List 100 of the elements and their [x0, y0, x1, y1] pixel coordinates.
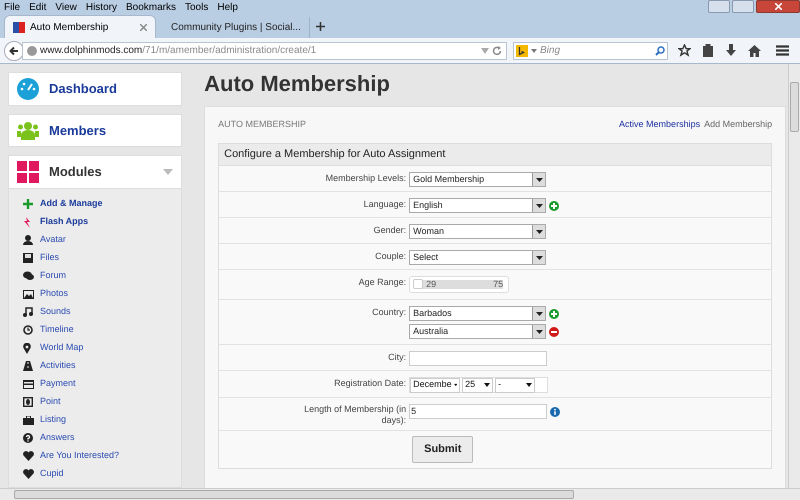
sidebar-link[interactable]: Add & Manage — [40, 197, 103, 211]
image-icon — [23, 290, 34, 299]
range-slider[interactable]: 29 75 — [409, 276, 510, 293]
dropdown-icon[interactable] — [531, 48, 537, 52]
sidebar-card[interactable]: Modules — [8, 155, 182, 190]
close-button[interactable] — [756, 0, 800, 13]
sidebar-link[interactable]: Activities — [40, 359, 76, 373]
briefcase-icon — [23, 416, 34, 425]
caret-icon — [536, 230, 543, 234]
sidebar-link[interactable]: Answers — [40, 431, 75, 445]
sidebar-link[interactable]: Timeline — [40, 323, 74, 337]
breadcrumb-text: Add Membership — [704, 118, 772, 132]
chat-icon — [23, 271, 34, 282]
map-pin-icon — [23, 342, 31, 354]
download-icon[interactable] — [725, 44, 737, 57]
dropdown-button[interactable] — [532, 325, 546, 338]
sidebar-card[interactable]: Members — [8, 114, 182, 148]
slider-value: 75 — [493, 278, 504, 291]
grid-icon — [17, 161, 39, 184]
info-icon[interactable] — [550, 406, 560, 416]
menu-item[interactable]: History — [86, 0, 117, 14]
vertical-scrollbar[interactable] — [788, 64, 800, 488]
clipboard-icon[interactable] — [702, 44, 714, 57]
back-button[interactable] — [4, 40, 24, 60]
clock-icon — [23, 325, 33, 336]
submit-button[interactable]: Submit — [412, 436, 474, 463]
url-text: www.dolphinmods.com/71/m/amember/administration/create/1 — [40, 44, 316, 58]
text-field[interactable] — [409, 351, 548, 366]
select-field[interactable]: Barbados — [409, 306, 546, 321]
scrollbar-thumb[interactable] — [14, 490, 574, 499]
reload-icon[interactable] — [492, 46, 502, 56]
home-icon[interactable] — [748, 44, 761, 56]
menu-item[interactable]: Tools — [185, 0, 208, 14]
add-icon[interactable] — [549, 200, 560, 210]
sidebar-link[interactable]: Flash Apps — [40, 215, 88, 229]
remove-icon[interactable] — [549, 326, 560, 336]
sidebar-link[interactable]: Files — [40, 251, 60, 265]
sidebar-link[interactable]: Payment — [40, 377, 76, 391]
breadcrumb-link[interactable]: Active Memberships — [619, 118, 700, 132]
caret-icon — [526, 383, 532, 387]
date-select[interactable]: - — [495, 378, 536, 392]
field-label: Length of Membership (in days): — [303, 404, 408, 427]
plus-icon — [23, 199, 33, 210]
text-field[interactable]: 5 — [409, 404, 548, 419]
close-icon[interactable] — [140, 24, 147, 30]
add-icon[interactable] — [549, 308, 560, 318]
field-label: Language: — [362, 198, 408, 211]
browser-tab[interactable]: Auto Membership — [4, 15, 156, 38]
sidebar-link[interactable]: Point — [40, 395, 61, 409]
panel-heading: AUTO MEMBERSHIP — [218, 118, 306, 132]
field-label: Couple: — [374, 250, 408, 263]
select-field[interactable]: Select — [409, 250, 546, 265]
slider-handle[interactable] — [413, 279, 424, 289]
menu-item[interactable]: Edit — [29, 0, 46, 14]
dropdown-button[interactable] — [532, 225, 546, 238]
select-field[interactable]: Gold Membership — [409, 172, 546, 187]
caret-icon — [536, 178, 543, 182]
banknote-icon — [23, 397, 33, 408]
scrollbar-thumb[interactable] — [790, 82, 800, 132]
sidebar-link[interactable]: Sounds — [40, 305, 71, 319]
select-field[interactable]: Australia — [409, 324, 546, 339]
field-label: City: — [387, 351, 408, 364]
floppy-icon — [23, 253, 33, 264]
sidebar-link[interactable]: Are You Interested? — [40, 449, 120, 463]
search-bar[interactable]: Bing — [513, 42, 668, 60]
field-label: Age Range: — [358, 276, 408, 289]
date-select[interactable]: 25 — [462, 378, 494, 392]
caret-icon — [454, 383, 458, 387]
sidebar-link[interactable]: Avatar — [40, 233, 66, 247]
select-field[interactable]: Woman — [409, 224, 546, 239]
sidebar-link[interactable]: World Map — [40, 341, 84, 355]
sidebar-card[interactable]: Dashboard — [8, 72, 182, 106]
menu-item[interactable]: File — [4, 0, 20, 14]
dropdown-button[interactable] — [532, 199, 546, 212]
sidebar-link[interactable]: Listing — [40, 413, 66, 427]
star-icon[interactable] — [678, 44, 691, 57]
select-field[interactable]: English — [409, 198, 546, 213]
menu-item[interactable]: Help — [217, 0, 238, 14]
sidebar-link[interactable]: Forum — [40, 269, 66, 283]
sidebar-link[interactable]: Cupid — [40, 467, 64, 481]
person-icon — [23, 235, 33, 246]
menu-item[interactable]: Bookmarks — [126, 0, 176, 14]
sidebar-link[interactable]: Photos — [40, 287, 68, 301]
field-label: Registration Date: — [333, 377, 408, 390]
search-engine-icon — [516, 44, 528, 56]
dropdown-button[interactable] — [532, 251, 546, 264]
date-select[interactable]: Decembe — [410, 378, 460, 392]
field-label: Gender: — [372, 224, 408, 237]
dropdown-button[interactable] — [532, 173, 546, 186]
menu-icon[interactable] — [776, 45, 789, 56]
search-icon[interactable] — [655, 46, 665, 56]
dropdown-button[interactable] — [532, 307, 546, 320]
search-field[interactable]: Bing — [540, 43, 652, 58]
menu-item[interactable]: View — [55, 0, 77, 14]
site-icon — [13, 22, 25, 32]
form-title: Configure a Membership for Auto Assignment — [219, 144, 772, 166]
new-tab-icon[interactable] — [316, 22, 325, 31]
horizontal-scrollbar[interactable] — [0, 488, 800, 500]
globe-icon — [27, 46, 37, 56]
address-field[interactable]: www.dolphinmods.com/71/m/amember/administration/create/1 — [22, 42, 507, 60]
